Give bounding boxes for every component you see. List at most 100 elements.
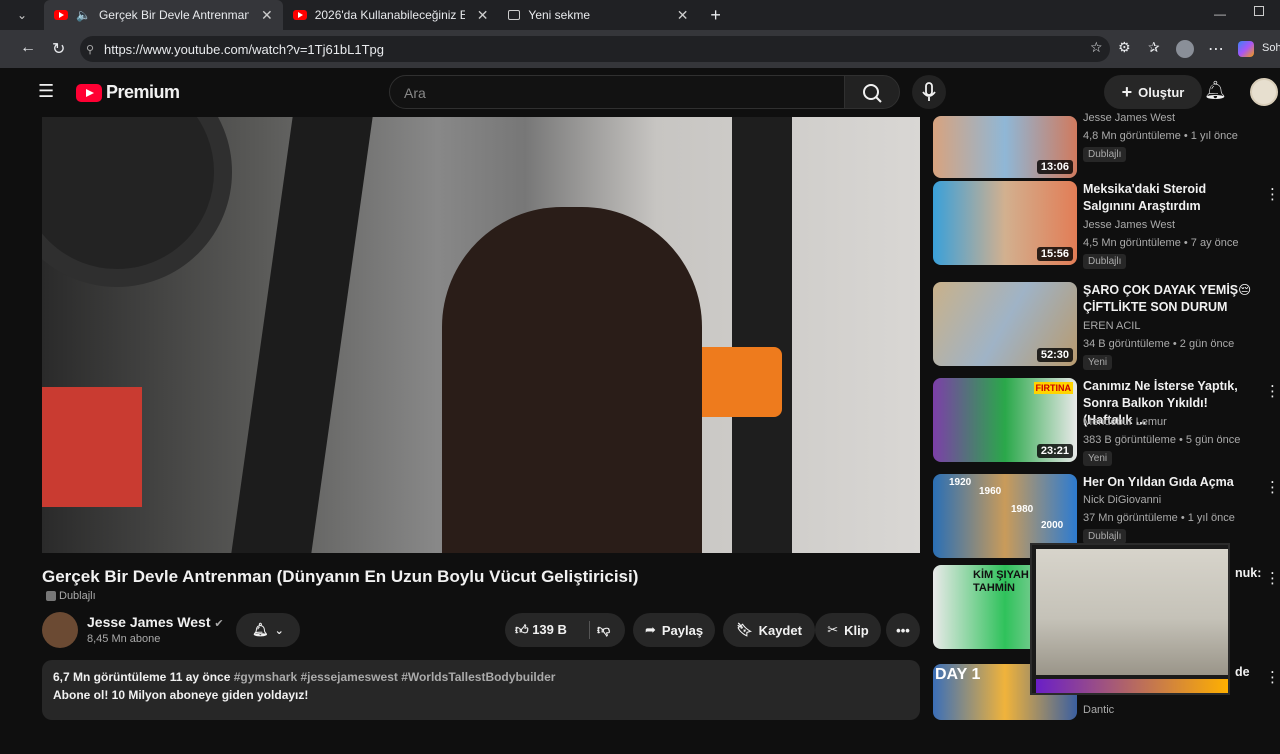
clip-label: Klip — [844, 622, 869, 638]
microphone-icon — [922, 82, 936, 101]
back-icon[interactable]: ← — [20, 39, 36, 57]
recommended-video[interactable]: 52:30 ŞARO ÇOK DAYAK YEMİŞ😔 ÇİFTLİKTE SO… — [933, 282, 1273, 372]
duration-badge: 13:06 — [1036, 160, 1073, 174]
favorite-star-icon[interactable]: ☆ — [1090, 39, 1103, 56]
channel-name[interactable]: Jesse James West ✔ — [87, 614, 224, 630]
video-meta: 383 B görüntüleme • 5 gün önce — [1083, 434, 1241, 446]
plus-icon: + — [1121, 81, 1133, 102]
speaker-icon[interactable]: 🔈 — [76, 8, 91, 22]
video-title: nuk: — [1235, 566, 1262, 580]
video-frame-person — [442, 207, 702, 553]
chevron-down-icon: ⌄ — [274, 624, 284, 637]
divider — [589, 621, 590, 639]
video-title: ŞARO ÇOK DAYAK YEMİŞ😔 ÇİFTLİKTE SON DURU… — [1083, 283, 1252, 314]
more-actions-button[interactable]: ••• — [886, 613, 920, 647]
profile-icon[interactable] — [1176, 40, 1194, 58]
overlay-gradient-bar — [1036, 679, 1228, 693]
save-label: Kaydet — [758, 622, 802, 638]
video-player[interactable] — [42, 117, 920, 553]
tab-new[interactable]: Yeni sekme ✕ — [498, 0, 698, 30]
create-button[interactable]: + Oluştur — [1104, 75, 1202, 109]
view-count: 6,7 Mn görüntüleme — [53, 670, 167, 684]
notifications-bell-icon[interactable]: 🔔︎ — [1204, 80, 1227, 101]
address-bar-row: ← ↻ ⚲ https://www.youtube.com/watch?v=1T… — [0, 30, 1280, 68]
description-box[interactable]: 6,7 Mn görüntüleme 11 ay önce #gymshark … — [42, 660, 920, 720]
youtube-favicon-icon — [292, 10, 307, 20]
video-meta: 34 B görüntüleme • 2 gün önce — [1083, 338, 1235, 350]
subscribed-bell-button[interactable]: 🔔︎ ⌄ — [236, 613, 300, 647]
more-vertical-icon[interactable]: ⋮ — [1265, 569, 1280, 587]
dislike-button[interactable]: 👎︎ — [597, 622, 610, 638]
tab-list-chevron-icon[interactable]: ⌄ — [0, 8, 44, 22]
tab-youtube-video[interactable]: 🔈 Gerçek Bir Devle Antrenman (D ✕ — [44, 0, 283, 30]
close-tab-icon[interactable]: ✕ — [477, 7, 489, 24]
channel-name: Nick DiGiovanni — [1083, 494, 1162, 506]
account-avatar[interactable] — [1250, 78, 1278, 106]
like-count: 139 B — [532, 622, 567, 637]
browser-tab-bar: ⌄ 🔈 Gerçek Bir Devle Antrenman (D ✕ 2026… — [0, 0, 1280, 30]
more-horizontal-icon: ••• — [896, 622, 910, 638]
close-tab-icon[interactable]: ✕ — [677, 7, 689, 24]
video-meta: 37 Mn görüntüleme • 1 yıl önce — [1083, 512, 1235, 524]
minimize-icon[interactable]: — — [1214, 7, 1226, 21]
more-vertical-icon[interactable]: ⋮ — [1265, 478, 1280, 496]
maximize-icon[interactable] — [1254, 6, 1264, 16]
duration-badge: 52:30 — [1036, 348, 1073, 362]
upload-age: 11 ay önce — [169, 670, 231, 684]
copilot-label[interactable]: Soh — [1262, 42, 1280, 54]
duration-badge: 23:21 — [1036, 444, 1073, 458]
thumbnail-year: 1960 — [979, 486, 1002, 497]
like-button[interactable]: 👍︎ 139 B — [515, 622, 567, 638]
youtube-favicon-icon — [54, 10, 68, 20]
duration-badge: 15:56 — [1036, 247, 1073, 261]
recommended-video[interactable]: 15:56 Meksika'daki Steroid Salgınını Ara… — [933, 181, 1280, 271]
recommended-video[interactable]: FIRTINA 23:21 Canımız Ne İsterse Yaptık,… — [933, 378, 1280, 468]
voice-search-button[interactable] — [912, 75, 946, 109]
thumbnail-year: 2000 — [1041, 520, 1064, 531]
copilot-icon[interactable] — [1238, 41, 1254, 57]
hamburger-menu-icon[interactable]: ☰ — [38, 81, 54, 102]
verified-icon: ✔ — [214, 618, 224, 630]
site-info-icon[interactable]: ⚲ — [86, 43, 94, 56]
tab-youtube-second[interactable]: 2026'da Kullanabileceğiniz En İyi Ü ✕ — [283, 0, 499, 30]
hashtags[interactable]: #gymshark #jessejameswest #WorldsTallest… — [234, 670, 556, 684]
dubbed-badge: Dublajlı — [1083, 254, 1127, 269]
video-frame-rack — [231, 117, 373, 553]
more-menu-icon[interactable]: ⋯ — [1208, 39, 1224, 59]
close-tab-icon[interactable]: ✕ — [261, 7, 273, 24]
video-title: Gerçek Bir Devle Antrenman (Dünyanın En … — [42, 567, 639, 586]
tab-title: Yeni sekme — [528, 8, 591, 22]
dubbed-badge: Dublajlı — [1083, 147, 1127, 162]
url-field[interactable]: ⚲ https://www.youtube.com/watch?v=1Tj61b… — [80, 36, 1110, 62]
favorites-icon[interactable]: ✰ — [1148, 39, 1160, 56]
subscriber-count: 8,45 Mn abone — [87, 633, 161, 645]
video-thumbnail: 13:06 — [933, 116, 1077, 178]
new-tab-plus-icon[interactable]: + — [710, 5, 721, 26]
reload-icon[interactable]: ↻ — [52, 39, 65, 59]
thumbnail-year: 1920 — [949, 477, 972, 488]
more-vertical-icon[interactable]: ⋮ — [1265, 382, 1280, 400]
video-meta: 4,8 Mn görüntüleme • 1 yıl önce — [1083, 130, 1238, 142]
video-thumbnail: 15:56 — [933, 181, 1077, 265]
channel-name: Dantic — [1083, 704, 1115, 716]
clip-button[interactable]: ✂ Klip — [815, 613, 881, 647]
search-icon — [863, 84, 882, 103]
webcam-feed — [1036, 549, 1228, 675]
channel-name: EREN ACIL — [1083, 320, 1141, 332]
youtube-logo[interactable]: Premium — [76, 82, 180, 103]
url-text: https://www.youtube.com/watch?v=1Tj61bL1… — [104, 41, 385, 57]
share-label: Paylaş — [661, 622, 704, 638]
dubbed-badge: Dublajlı — [46, 590, 96, 602]
save-button[interactable]: 🔖︎ Kaydet — [723, 613, 815, 647]
more-vertical-icon[interactable]: ⋮ — [1265, 185, 1280, 203]
search-input[interactable]: Ara — [389, 75, 845, 109]
channel-avatar[interactable] — [42, 612, 78, 648]
video-title: Her On Yıldan Gıda Açma — [1083, 475, 1234, 489]
search-button[interactable] — [844, 75, 900, 109]
extensions-icon[interactable]: ⚙ — [1118, 39, 1131, 56]
more-vertical-icon[interactable]: ⋮ — [1265, 668, 1280, 686]
channel-name: Jesse James West — [1083, 219, 1176, 231]
share-icon: ➦ — [644, 622, 656, 637]
channel-name-text: Jesse James West — [87, 614, 211, 630]
share-button[interactable]: ➦ Paylaş — [633, 613, 715, 647]
